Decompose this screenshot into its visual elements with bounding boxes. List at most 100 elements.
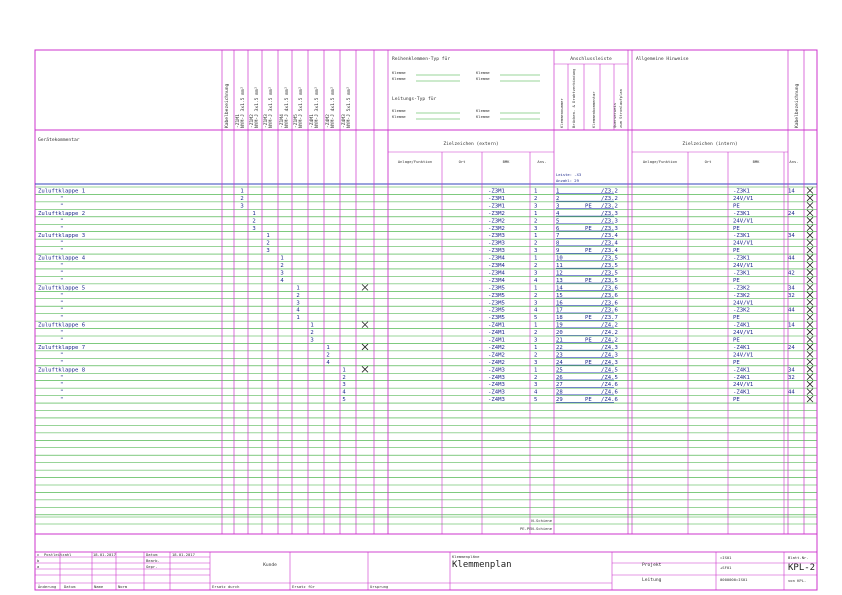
connection-number: 3 [534,270,537,276]
bmk-intern: -Z3K1 [733,189,750,195]
ditto-mark: " [60,263,63,269]
reihenklemmen-title: Reihenklemmen-Typ für [392,56,450,62]
connection-intern: 32 [788,375,795,381]
connection-number: 2 [534,218,537,224]
wire-number: 2 [326,352,329,358]
wire-number: 2 [280,263,283,269]
connection-intern: 42 [788,270,795,276]
connection-number: 3 [534,203,537,209]
wire-number: 3 [280,270,283,276]
wire-number: 1 [310,323,313,329]
leitungs-title: Leitungs-Typ für [392,96,436,102]
pe-schiene: PE-PEN-Schiene [520,526,553,531]
connection-intern: 44 [788,256,795,262]
bmk-intern: 24V/V1 [733,330,753,336]
ditto-mark: " [60,352,63,358]
leiste-label: Leiste: -X3 [556,172,581,177]
bmk-intern: 24V/V1 [733,382,753,388]
device-comment: Zuluftklappe 6 [38,323,85,329]
ditto-mark: " [60,338,63,344]
sub-column-header: Ort [459,159,466,164]
device-comment: Zuluftklappe 2 [38,211,85,217]
ditto-mark: " [60,203,63,209]
anschluss-header: Brücken- & Drahtverbindung [571,69,576,128]
bmk-intern: -Z3K2 [733,308,750,314]
device-comment: Zuluftklappe 3 [38,233,85,239]
geraetekommentar-header: Gerätekommentar [38,137,80,143]
kunde-label: Kunde [263,562,277,568]
bmk-intern: 24V/V1 [733,241,753,247]
wire-number: 5 [342,397,345,403]
klemme-label: Klemme [476,76,490,81]
wire-number: 4 [342,390,346,396]
kabelbezeichnung-header: Kabelbezeichnung [794,84,800,128]
von-label: von KPL- [788,578,806,583]
device-comment: Zuluftklappe 5 [38,285,85,291]
bmk-extern: -Z4M3 [488,375,505,381]
bmk-extern: -Z4M2 [488,360,505,366]
bmk-extern: -Z3M5 [488,293,505,299]
bmk-intern: -Z3K1 [733,211,750,217]
connection-number: 5 [534,315,537,321]
title-footer-label: Ersatz für [292,584,316,589]
title-footer-label: Name [94,584,104,589]
bmk-extern: -Z3M5 [488,285,505,291]
connection-number: 1 [534,345,537,351]
wire-number: 4 [296,308,300,314]
bmk-intern: -Z3K2 [733,285,750,291]
location-code: +SF01 [720,565,732,570]
wire-number: 2 [266,241,269,247]
revision-index: b [37,558,40,563]
connection-intern: 34 [788,285,795,291]
connection-intern: 14 [788,323,795,329]
connection-number: 3 [534,382,537,388]
ditto-mark: " [60,375,63,381]
bmk-extern: -Z4M1 [488,338,505,344]
bmk-intern: -Z4K1 [733,345,750,351]
wire-number: 3 [296,300,299,306]
bmk-intern: -Z4K1 [733,375,750,381]
ziel-intern-header: Zielzeichen (intern) [682,141,737,147]
bmk-intern: 24V/V1 [733,300,753,306]
bmk-extern: -Z3M4 [488,278,505,284]
revision-index: c [37,552,39,557]
connection-number: 5 [534,397,537,403]
bmk-intern: -Z4K1 [733,390,750,396]
bmk-intern: 24V/V1 [733,196,753,202]
document-title: Klemmenplan [452,560,512,570]
title-field: 18.01.2017 [93,552,116,557]
connection-number: 2 [534,241,537,247]
bmk-intern: -Z4K1 [733,323,750,329]
title-footer-label: Ursprung [370,584,388,589]
wire-number: 3 [342,382,345,388]
connection-number: 1 [534,256,537,262]
wire-column-header: NYM-J 5x1.5 mm² [298,87,304,129]
ditto-mark: " [60,196,63,202]
connection-number: 2 [534,293,537,299]
ditto-mark: " [60,382,63,388]
bmk-extern: -Z3M5 [488,300,505,306]
connection-number: 1 [534,323,537,329]
klemme-label: Klemme [476,70,490,75]
bmk-intern: PE [733,248,740,254]
ditto-mark: " [60,390,63,396]
sub-column-header: Ans. [537,159,546,164]
leitung-label: Leitung [642,577,662,583]
table-rows [35,186,817,516]
bmk-intern: PE [733,315,740,321]
wire-number: 1 [326,345,329,351]
bmk-extern: -Z3M4 [488,263,505,269]
ziel-extern-header: Zielzeichen (extern) [443,141,498,147]
anzahl-label: Anzahl: 29 [556,178,580,183]
klemme-label: Klemme [476,114,490,119]
installation-code: =IS01 [720,555,732,560]
wire-number: 1 [296,285,299,291]
sub-column-header: Anlage/Funktion [643,159,677,164]
title-field: Postleitzahl [44,552,71,557]
allgemeine-hinweise: Allgemeine Hinweise [636,56,689,62]
wire-number: 4 [280,278,284,284]
connection-number: 4 [534,278,538,284]
klemme-label: Klemme [392,76,406,81]
bmk-intern: PE [733,397,740,403]
terminal-plan-sheet: Kabelbezeichnung Kabelbezeichnung-Z1M1 NYM… [34,49,818,591]
